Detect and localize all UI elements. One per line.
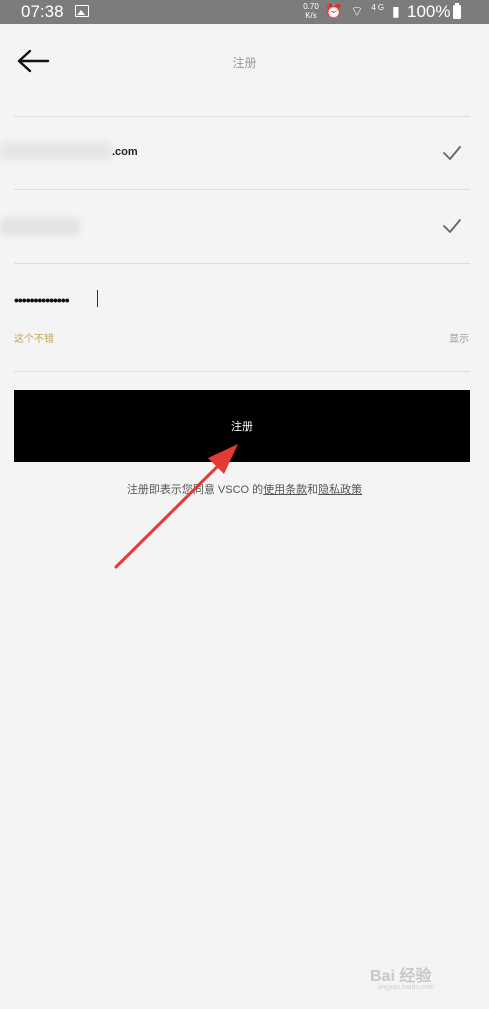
divider <box>14 116 470 117</box>
show-password-toggle[interactable]: 显示 <box>449 330 469 345</box>
annotation-arrow-icon <box>114 444 238 569</box>
status-bar: 07:38 0.70 K/s ⏰ ⌔ 4G ▮ 100% <box>0 0 489 24</box>
redacted-username-text <box>0 218 80 236</box>
password-value: •••••••••••••• <box>14 292 70 308</box>
divider <box>14 263 470 264</box>
status-time: 07:38 <box>21 2 64 21</box>
divider <box>14 189 470 190</box>
redacted-email-text <box>0 142 112 160</box>
battery-icon <box>453 3 461 19</box>
privacy-policy-link[interactable]: 隐私政策 <box>318 484 362 496</box>
wifi-icon: ⌔ <box>350 3 366 19</box>
divider <box>14 371 470 372</box>
network-type: 4G <box>371 3 387 12</box>
baidu-watermark: Bai 经验 <box>370 968 432 985</box>
text-cursor <box>97 290 98 307</box>
battery-percent: 100% <box>407 2 451 21</box>
email-suffix: .com <box>112 146 138 158</box>
status-icons: ⏰ ⌔ 4G ▮ <box>325 3 402 21</box>
password-strength-label: 这个不错 <box>14 334 54 345</box>
check-icon <box>443 146 461 160</box>
signal-icon: ▮ <box>391 3 402 19</box>
check-icon <box>443 219 461 233</box>
gallery-icon <box>75 5 89 17</box>
terms-of-use-link[interactable]: 使用条款 <box>263 484 307 496</box>
alarm-icon: ⏰ <box>325 3 345 19</box>
header: 注册 <box>0 24 489 99</box>
baidu-watermark-url: jingyan.baidu.com <box>378 984 435 991</box>
page-title: 注册 <box>232 56 257 70</box>
network-speed: 0.70 K/s <box>303 2 319 20</box>
